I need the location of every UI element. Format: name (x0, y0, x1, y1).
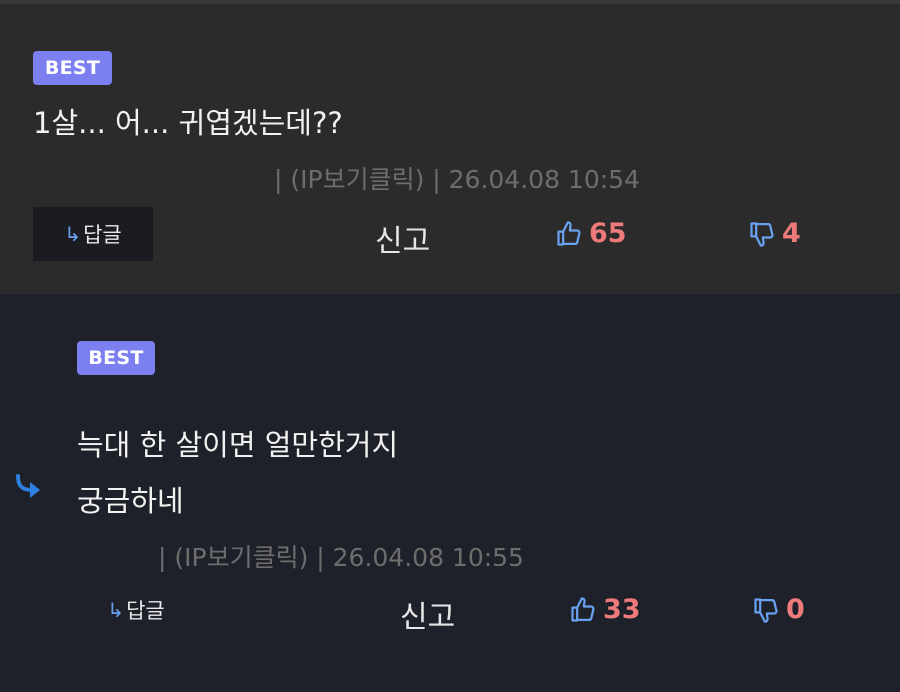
best-badge: BEST (77, 341, 155, 375)
corner-down-right-arrow-icon: ↳ (64, 222, 82, 246)
comment-item-best-1: BEST 1살... 어... 귀엽겠는데?? | (IP보기클릭) | 26.… (0, 0, 900, 294)
reply-button[interactable]: ↳ 답글 (100, 590, 172, 630)
thumbs-up-icon (571, 596, 595, 622)
thumbs-down-icon (754, 597, 778, 623)
report-button[interactable]: 신고 (375, 216, 430, 260)
reply-button[interactable]: ↳ 답글 (33, 207, 153, 261)
nested-reply-arrow-icon (16, 474, 40, 498)
like-button[interactable]: 33 (569, 594, 641, 625)
best-badge: BEST (33, 51, 112, 85)
like-button[interactable]: 65 (555, 218, 627, 249)
comment-item-best-2: BEST 늑대 한 살이면 얼만한거지 궁금하네 | (IP보기클릭) | 26… (0, 294, 900, 692)
comment-list: BEST 1살... 어... 귀엽겠는데?? | (IP보기클릭) | 26.… (0, 0, 900, 692)
dislike-button[interactable]: 0 (752, 594, 805, 625)
thumbs-up-icon (557, 220, 581, 246)
comment-text-line-1: 늑대 한 살이면 얼만한거지 (77, 428, 399, 462)
reply-label: 답글 (83, 223, 122, 247)
reply-label: 답글 (126, 599, 165, 623)
comment-meta[interactable]: | (IP보기클릭) | 26.04.08 10:54 (274, 160, 640, 196)
corner-down-right-arrow-icon: ↳ (107, 598, 125, 622)
like-count: 33 (603, 594, 641, 625)
thumbs-down-icon (750, 221, 774, 247)
comment-text-line-2: 궁금하네 (77, 484, 184, 518)
report-button[interactable]: 신고 (400, 592, 455, 636)
like-count: 65 (589, 218, 627, 249)
comment-meta[interactable]: | (IP보기클릭) | 26.04.08 10:55 (158, 538, 524, 574)
comment-text: 1살... 어... 귀엽겠는데?? (33, 106, 343, 140)
dislike-button[interactable]: 4 (748, 218, 801, 249)
dislike-count: 4 (782, 218, 801, 249)
dislike-count: 0 (786, 594, 805, 625)
